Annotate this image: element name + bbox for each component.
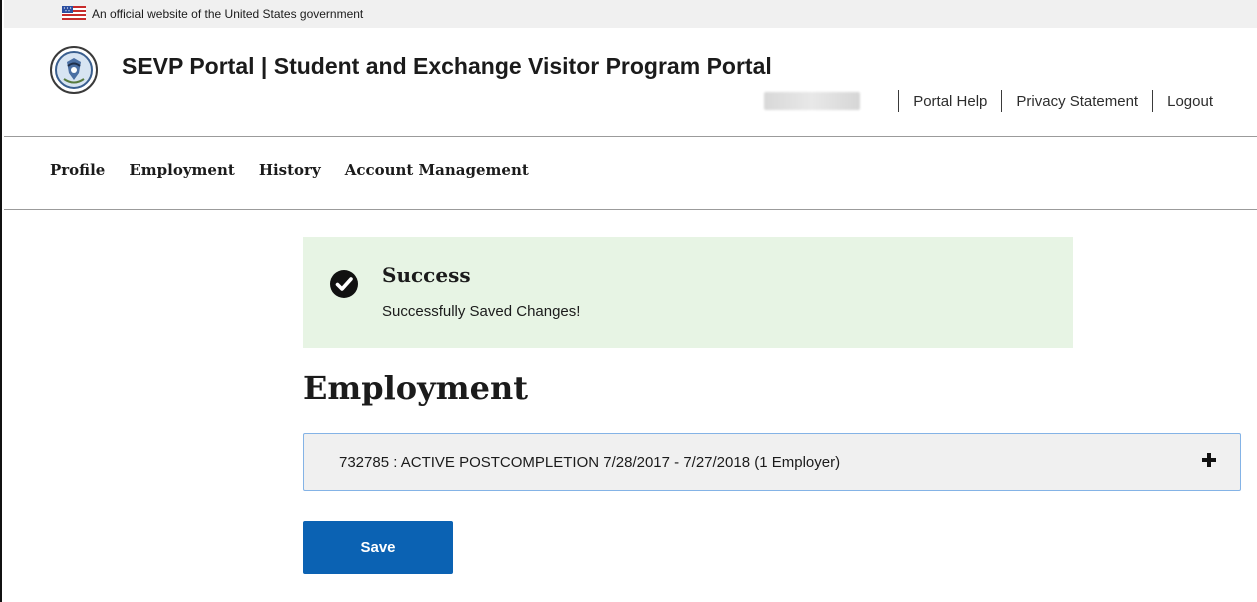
nav-item-profile[interactable]: Profile [50, 161, 105, 179]
logout-link[interactable]: Logout [1167, 93, 1213, 110]
alert-message: Successfully Saved Changes! [382, 303, 581, 320]
alert-title: Success [382, 263, 471, 287]
employment-accordion[interactable]: 732785 : ACTIVE POSTCOMPLETION 7/28/2017… [303, 433, 1241, 491]
nav-item-employment[interactable]: Employment [129, 161, 234, 179]
header-link-separator [1152, 90, 1154, 112]
portal-page: An official website of the United States… [0, 0, 1257, 602]
nav-item-account-management[interactable]: Account Management [345, 161, 529, 179]
blurred-username [764, 92, 861, 110]
site-title: SEVP Portal | Student and Exchange Visit… [122, 53, 772, 79]
dhs-seal-icon [50, 46, 98, 94]
save-button[interactable]: Save [303, 521, 453, 574]
nav-items: Profile Employment History Account Manag… [50, 161, 529, 179]
government-banner: An official website of the United States… [4, 0, 1257, 28]
header-links: Portal Help Privacy Statement Logout [764, 90, 1213, 112]
site-header: SEVP Portal | Student and Exchange Visit… [4, 28, 1257, 137]
nav-item-history[interactable]: History [259, 161, 321, 179]
header-link-separator [898, 90, 900, 112]
main-navigation: Profile Employment History Account Manag… [4, 137, 1257, 210]
success-alert: Success Successfully Saved Changes! [303, 237, 1073, 348]
page-title: Employment [303, 369, 528, 407]
government-banner-text: An official website of the United States… [92, 7, 364, 21]
check-circle-icon [330, 270, 358, 298]
employment-accordion-label: 732785 : ACTIVE POSTCOMPLETION 7/28/2017… [339, 454, 841, 471]
privacy-statement-link[interactable]: Privacy Statement [1016, 93, 1138, 110]
us-flag-icon [62, 6, 86, 20]
portal-help-link[interactable]: Portal Help [913, 93, 987, 110]
header-link-separator [1001, 90, 1003, 112]
plus-icon[interactable] [1201, 452, 1217, 468]
